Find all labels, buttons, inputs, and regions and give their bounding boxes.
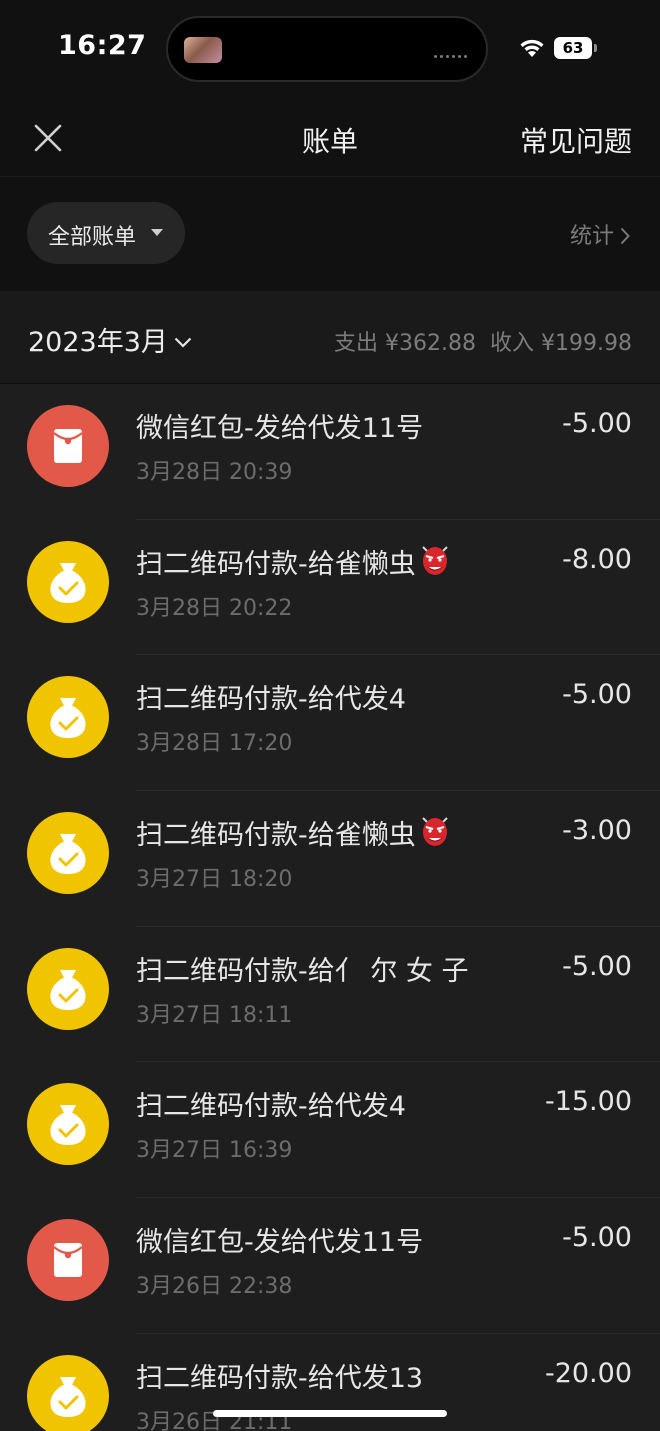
audio-wave-icon xyxy=(432,46,468,58)
month-expense: 支出 ¥362.88 xyxy=(334,331,477,356)
transaction-amount: -8.00 xyxy=(562,543,632,575)
transaction-title-text: 微信红包-发给代发11号 xyxy=(136,413,424,444)
transaction-time: 3月26日 22:38 xyxy=(136,1274,293,1300)
status-bar: 16:27 63 xyxy=(0,0,660,100)
transaction-row[interactable]: 微信红包-发给代发11号 3月26日 22:38 -5.00 xyxy=(0,1198,660,1334)
money-bag-icon xyxy=(27,540,109,623)
now-playing-thumbnail xyxy=(184,37,222,63)
money-bag-icon xyxy=(27,947,109,1030)
transaction-list: 微信红包-发给代发11号 3月28日 20:39 -5.00 扫二维码付款-给雀… xyxy=(0,384,660,1431)
transaction-title: 扫二维码付款-给代发13 xyxy=(136,1356,423,1395)
transaction-title-text: 扫二维码付款-给雀懒虫 xyxy=(136,820,416,852)
transaction-time: 3月28日 17:20 xyxy=(136,731,293,757)
transaction-title: 扫二维码付款-给雀懒虫 xyxy=(136,542,450,584)
goblin-mask-icon xyxy=(420,543,450,584)
month-summary-row: 2023年3月 支出 ¥362.88 收入 ¥199.98 xyxy=(0,291,660,383)
nav-header: 账单 常见问题 xyxy=(0,100,660,177)
transaction-amount: -5.00 xyxy=(562,408,632,439)
transaction-row[interactable]: 扫二维码付款-给雀懒虫 3月27日 18:20 -3.00 xyxy=(0,791,660,927)
transaction-title-text: 扫二维码付款-给雀懒虫 xyxy=(136,548,416,580)
transaction-amount: -3.00 xyxy=(562,815,632,847)
transaction-title: 微信红包-发给代发11号 xyxy=(136,406,423,445)
transaction-amount: -5.00 xyxy=(562,950,632,982)
battery-tip xyxy=(594,44,597,52)
month-totals: 支出 ¥362.88 收入 ¥199.98 xyxy=(334,325,632,357)
transaction-title: 扫二维码付款-给亻 尔 女 子 xyxy=(136,949,469,988)
transaction-title-text: 扫二维码付款-给代发4 xyxy=(136,684,406,716)
month-selector[interactable]: 2023年3月 xyxy=(28,320,192,359)
red-packet-icon xyxy=(27,405,109,487)
transaction-row[interactable]: 扫二维码付款-给代发4 3月27日 16:39 -15.00 xyxy=(0,1062,660,1199)
money-bag-icon xyxy=(27,812,109,895)
transaction-row[interactable]: 扫二维码付款-给代发4 3月28日 17:20 -5.00 xyxy=(0,655,660,792)
faq-link[interactable]: 常见问题 xyxy=(520,120,632,160)
money-bag-icon xyxy=(27,1083,109,1166)
filter-bar: 全部账单 统计 xyxy=(0,177,660,291)
transaction-time: 3月27日 16:39 xyxy=(136,1138,293,1164)
transaction-row[interactable]: 扫二维码付款-给亻 尔 女 子 3月27日 18:11 -5.00 xyxy=(0,927,660,1063)
caret-down-icon xyxy=(151,229,163,236)
transaction-title-text: 微信红包-发给代发11号 xyxy=(136,1227,424,1259)
month-income: 收入 ¥199.98 xyxy=(490,331,632,356)
transaction-row[interactable]: 微信红包-发给代发11号 3月28日 20:39 -5.00 xyxy=(0,384,660,520)
transaction-amount: -5.00 xyxy=(562,679,632,711)
transaction-time: 3月27日 18:20 xyxy=(136,867,293,893)
transaction-title-text: 扫二维码付款-给代发4 xyxy=(136,1091,406,1123)
chevron-right-icon xyxy=(620,227,630,245)
stats-link[interactable]: 统计 xyxy=(570,218,630,250)
transaction-time: 3月26日 21:11 xyxy=(136,1409,293,1431)
transaction-title-text: 扫二维码付款-给亻 尔 女 子 xyxy=(136,955,469,987)
close-icon[interactable] xyxy=(30,120,66,156)
filter-label: 全部账单 xyxy=(48,225,137,250)
goblin-mask-icon xyxy=(420,814,450,855)
transaction-title: 扫二维码付款-给代发4 xyxy=(136,677,406,716)
bill-filter-dropdown[interactable]: 全部账单 xyxy=(27,202,185,264)
transaction-title-text: 扫二维码付款-给代发13 xyxy=(136,1362,424,1394)
red-packet-icon xyxy=(27,1219,109,1302)
stats-label: 统计 xyxy=(569,224,614,249)
transaction-row[interactable]: 扫二维码付款-给雀懒虫 3月28日 20:22 -8.00 xyxy=(0,520,660,656)
transaction-amount: -20.00 xyxy=(544,1357,632,1389)
transaction-time: 3月27日 18:11 xyxy=(136,1002,293,1028)
transaction-title: 扫二维码付款-给代发4 xyxy=(136,1084,406,1123)
transaction-time: 3月28日 20:39 xyxy=(136,460,293,485)
transaction-amount: -5.00 xyxy=(562,1222,632,1254)
dynamic-island[interactable] xyxy=(166,16,488,82)
transaction-title: 扫二维码付款-给雀懒虫 xyxy=(136,813,450,855)
money-bag-icon xyxy=(27,676,109,759)
transaction-title: 微信红包-发给代发11号 xyxy=(136,1220,423,1259)
wifi-icon xyxy=(520,39,544,57)
transaction-time: 3月28日 20:22 xyxy=(136,595,293,621)
money-bag-icon xyxy=(27,1354,109,1431)
home-indicator[interactable] xyxy=(213,1410,447,1417)
chevron-down-icon xyxy=(174,337,192,348)
battery-icon: 63 xyxy=(554,37,592,59)
transaction-amount: -15.00 xyxy=(544,1086,632,1118)
month-label: 2023年3月 xyxy=(28,327,168,358)
status-time: 16:27 xyxy=(58,30,147,61)
